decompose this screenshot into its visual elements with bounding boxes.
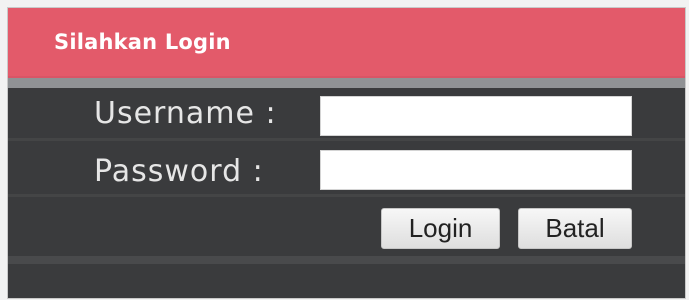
- row-stripe: [8, 194, 685, 197]
- header-divider: [8, 78, 685, 88]
- username-input[interactable]: [320, 96, 632, 136]
- login-title: Silahkan Login: [54, 30, 231, 54]
- cancel-button[interactable]: Batal: [518, 208, 632, 249]
- password-input[interactable]: [320, 150, 632, 190]
- password-label: Password :: [94, 154, 264, 189]
- row-stripe: [8, 138, 685, 141]
- username-label: Username :: [94, 96, 277, 131]
- login-panel: Silahkan Login Username : Password : Log…: [8, 8, 685, 298]
- row-stripe: [8, 256, 685, 264]
- login-header: Silahkan Login: [8, 8, 685, 78]
- login-button[interactable]: Login: [381, 208, 500, 249]
